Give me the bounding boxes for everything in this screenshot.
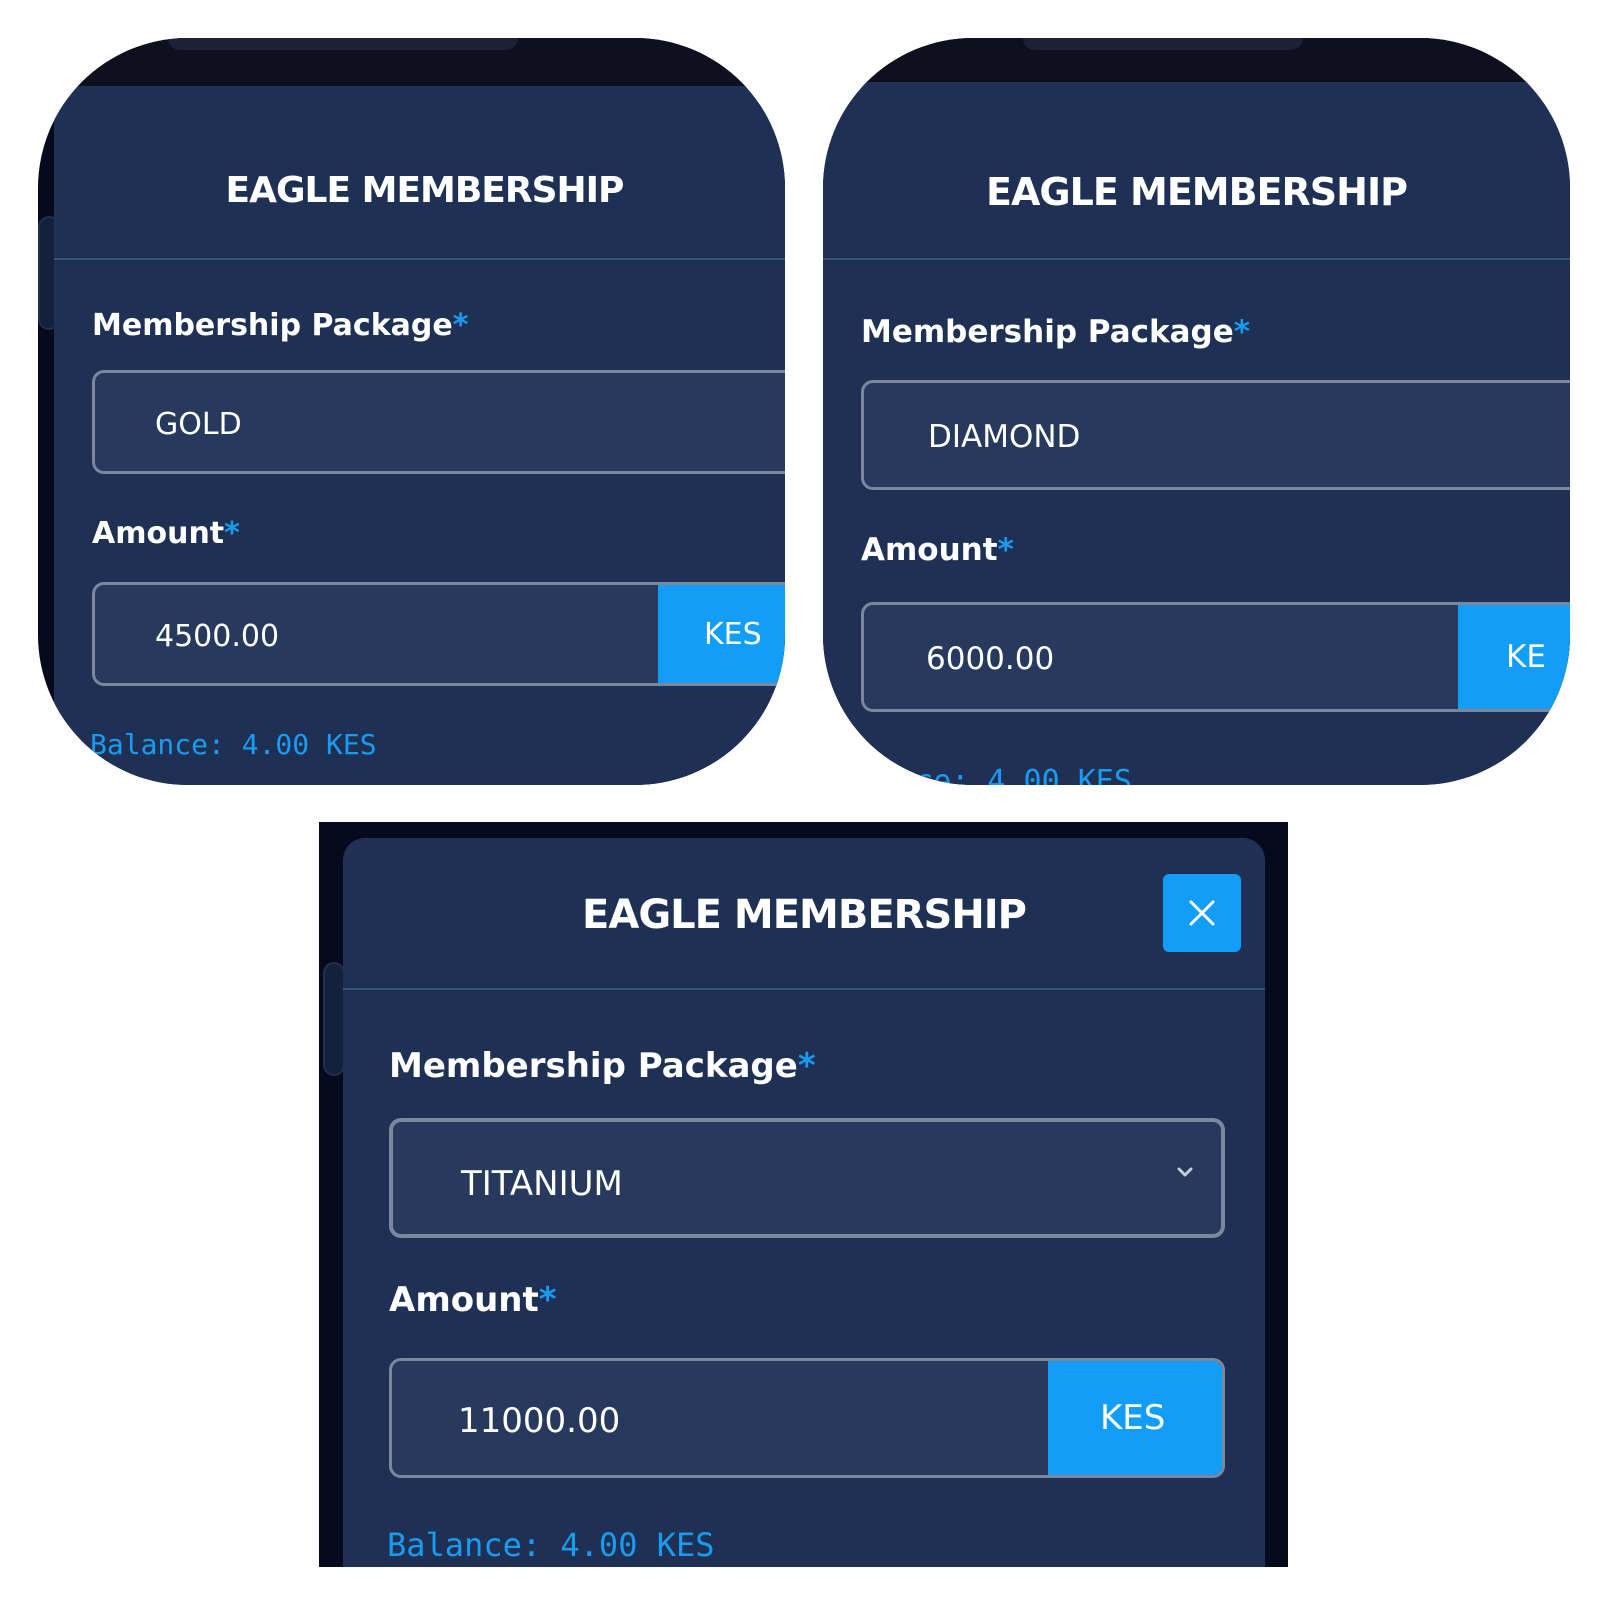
currency-addon: KES bbox=[1048, 1361, 1222, 1475]
package-select-value: DIAMOND bbox=[928, 419, 1081, 455]
amount-label-text: Amount bbox=[389, 1280, 539, 1320]
amount-label: Amount* bbox=[861, 532, 1014, 568]
modal-header: EAGLE MEMBERSHIP bbox=[54, 86, 785, 260]
amount-label-text: Amount bbox=[92, 516, 225, 551]
currency-addon: KE bbox=[1458, 605, 1570, 709]
membership-modal: EAGLE MEMBERSHIP Membership Package* GOL… bbox=[54, 86, 785, 785]
balance-text: Balance: 4.00 KES bbox=[387, 1526, 715, 1564]
modal-title: EAGLE MEMBERSHIP bbox=[986, 170, 1408, 214]
modal-title: EAGLE MEMBERSHIP bbox=[225, 170, 625, 211]
membership-modal: EAGLE MEMBERSHIP Membership Package* DIA… bbox=[823, 82, 1570, 785]
package-label-text: Membership Package bbox=[92, 308, 453, 343]
required-asterisk: * bbox=[452, 308, 469, 343]
balance-text: Balance: 4.00 KES bbox=[90, 728, 377, 761]
app-top-bar bbox=[823, 38, 1570, 86]
package-label: Membership Package* bbox=[861, 314, 1250, 350]
background-panel-edge bbox=[323, 962, 345, 1076]
amount-label: Amount* bbox=[389, 1280, 557, 1320]
amount-input-value: 6000.00 bbox=[926, 641, 1055, 677]
close-button[interactable] bbox=[1163, 874, 1241, 952]
balance-text: lance: 4.00 KES bbox=[861, 764, 1132, 785]
required-asterisk: * bbox=[224, 516, 240, 551]
amount-input-value: 4500.00 bbox=[155, 619, 280, 654]
modal-title: EAGLE MEMBERSHIP bbox=[582, 892, 1027, 938]
amount-label-text: Amount bbox=[861, 532, 998, 568]
top-bar-tab bbox=[168, 38, 518, 50]
package-label: Membership Package* bbox=[389, 1046, 816, 1086]
modal-header: EAGLE MEMBERSHIP bbox=[343, 838, 1265, 990]
modal-header: EAGLE MEMBERSHIP bbox=[823, 82, 1570, 260]
required-asterisk: * bbox=[538, 1280, 557, 1320]
package-label-text: Membership Package bbox=[389, 1046, 798, 1086]
screenshot-crop-diamond: EAGLE MEMBERSHIP Membership Package* DIA… bbox=[823, 38, 1570, 785]
package-label-text: Membership Package bbox=[861, 314, 1234, 350]
package-select-value: TITANIUM bbox=[461, 1164, 623, 1204]
package-select[interactable]: DIAMOND bbox=[861, 380, 1570, 490]
screenshot-crop-titanium: EAGLE MEMBERSHIP Membership Package* TIT… bbox=[319, 822, 1288, 1567]
required-asterisk: * bbox=[997, 532, 1014, 568]
amount-label: Amount* bbox=[92, 516, 240, 551]
chevron-down-icon bbox=[1177, 1167, 1193, 1177]
amount-input[interactable]: 6000.00 KE bbox=[861, 602, 1570, 712]
screenshot-crop-gold: EAGLE MEMBERSHIP Membership Package* GOL… bbox=[38, 38, 785, 785]
top-bar-tab bbox=[1023, 38, 1303, 50]
amount-input-value: 11000.00 bbox=[458, 1401, 621, 1441]
close-icon bbox=[1189, 900, 1215, 926]
amount-input[interactable]: 4500.00 KES bbox=[92, 582, 785, 686]
package-select[interactable]: TITANIUM bbox=[389, 1118, 1225, 1238]
package-label: Membership Package* bbox=[92, 308, 468, 343]
required-asterisk: * bbox=[1233, 314, 1250, 350]
package-select-value: GOLD bbox=[155, 407, 242, 442]
package-select[interactable]: GOLD bbox=[92, 370, 785, 474]
app-top-bar bbox=[38, 38, 785, 86]
required-asterisk: * bbox=[797, 1046, 816, 1086]
currency-addon: KES bbox=[658, 585, 785, 683]
amount-input[interactable]: 11000.00 KES bbox=[389, 1358, 1225, 1478]
membership-modal: EAGLE MEMBERSHIP Membership Package* TIT… bbox=[343, 838, 1265, 1567]
